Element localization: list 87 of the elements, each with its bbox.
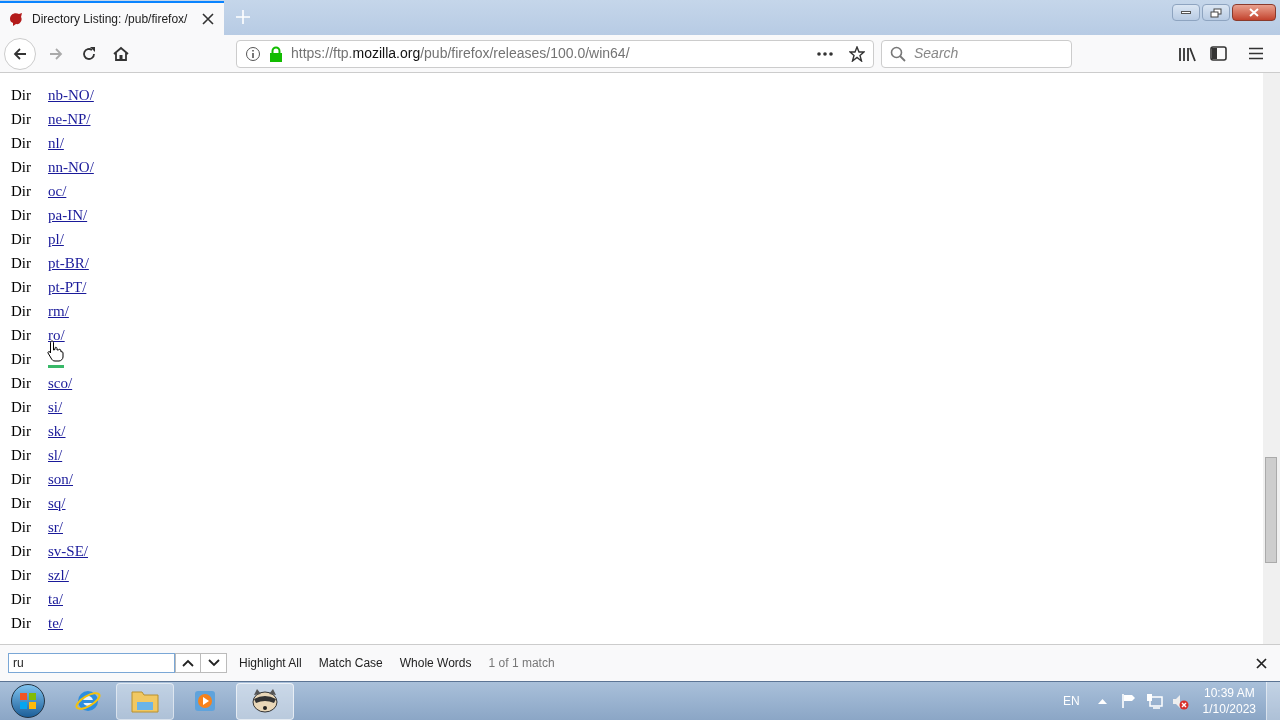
find-option[interactable]: Highlight All <box>239 654 302 672</box>
entry-type: Dir <box>11 229 32 249</box>
sidebar-icon[interactable] <box>1210 46 1227 61</box>
entry-type: Dir <box>11 421 32 441</box>
close-icon[interactable] <box>1256 657 1267 669</box>
directory-link[interactable]: sco/ <box>48 371 73 395</box>
directory-link[interactable]: pt-BR/ <box>48 251 89 275</box>
browser-tab[interactable]: Directory Listing: /pub/firefox/ <box>0 1 224 35</box>
directory-link[interactable]: son/ <box>48 467 73 491</box>
raccoon-icon <box>250 687 280 715</box>
raccoon-app-button[interactable] <box>236 682 294 720</box>
caret-up-icon <box>182 659 194 667</box>
directory-link[interactable]: te/ <box>48 611 63 635</box>
menu-icon[interactable] <box>1249 47 1263 60</box>
url-text: https://ftp.mozilla.org/pub/firefox/releases/100.0/win64/ <box>291 44 631 63</box>
library-icon[interactable] <box>1178 45 1196 62</box>
find-field[interactable]: ru <box>8 653 175 673</box>
entry-type: Dir <box>11 373 32 393</box>
pointer-cursor-icon <box>47 340 64 362</box>
entry-type: Dir <box>11 349 32 369</box>
search-input[interactable]: Search <box>914 43 1063 64</box>
address-bar[interactable]: https://ftp.mozilla.org/pub/firefox/releases/100.0/win64/ <box>236 39 874 68</box>
directory-link[interactable]: nl/ <box>48 131 64 155</box>
folder-icon <box>130 688 160 714</box>
directory-link[interactable]: szl/ <box>48 563 69 587</box>
directory-link[interactable]: sr/ <box>48 515 63 539</box>
entry-type: Dir <box>11 301 32 321</box>
directory-link[interactable]: pa-IN/ <box>48 203 88 227</box>
match-count: 1 of 1 match <box>488 655 555 672</box>
entry-type: Dir <box>11 205 32 225</box>
start-button[interactable] <box>11 684 45 718</box>
entry-type: Dir <box>11 469 32 489</box>
star-icon[interactable] <box>849 45 865 62</box>
entry-type: Dir <box>11 133 32 153</box>
info-icon[interactable] <box>245 45 261 62</box>
tab-title: Directory Listing: /pub/firefox/ <box>32 11 189 28</box>
directory-link[interactable]: pt-PT/ <box>48 275 87 299</box>
entry-type: Dir <box>11 85 32 105</box>
directory-link[interactable]: rm/ <box>48 299 69 323</box>
previous-match-button[interactable] <box>175 653 201 673</box>
close-button[interactable] <box>1232 4 1276 21</box>
directory-link[interactable]: sq/ <box>48 491 66 515</box>
media-player-icon[interactable] <box>192 688 218 714</box>
entry-type: Dir <box>11 541 32 561</box>
directory-link[interactable]: nn-NO/ <box>48 155 94 179</box>
entry-type: Dir <box>11 517 32 537</box>
restore-icon <box>1210 7 1222 18</box>
entry-type: Dir <box>11 445 32 465</box>
directory-link[interactable]: oc/ <box>48 179 67 203</box>
directory-link[interactable]: ne-NP/ <box>48 107 91 131</box>
show-desktop-button[interactable] <box>1266 681 1280 720</box>
more-icon[interactable] <box>817 51 833 56</box>
directory-link[interactable]: sl/ <box>48 443 63 467</box>
restore-button[interactable] <box>1202 4 1230 21</box>
home-icon[interactable] <box>113 45 129 62</box>
back-button[interactable] <box>4 37 36 70</box>
entry-type: Dir <box>11 397 32 417</box>
directory-link[interactable]: pl/ <box>48 227 64 251</box>
reload-icon[interactable] <box>81 45 97 62</box>
next-match-button[interactable] <box>201 653 227 673</box>
directory-link[interactable]: ta/ <box>48 587 63 611</box>
directory-link[interactable]: sk/ <box>48 419 66 443</box>
scrollbar[interactable] <box>1263 73 1280 644</box>
entry-type: Dir <box>11 157 32 177</box>
minimize-button[interactable] <box>1172 4 1200 21</box>
entry-type: Dir <box>11 613 32 633</box>
entry-type: Dir <box>11 565 32 585</box>
directory-link[interactable]: sv-SE/ <box>48 539 88 563</box>
entry-type: Dir <box>11 493 32 513</box>
close-icon <box>1249 8 1259 17</box>
entry-type: Dir <box>11 325 32 345</box>
search-icon <box>890 45 906 62</box>
lock-icon <box>269 45 283 62</box>
close-icon[interactable] <box>202 13 214 25</box>
entry-type: Dir <box>11 277 32 297</box>
entry-type: Dir <box>11 181 32 201</box>
search-field[interactable]: Search <box>881 39 1072 68</box>
caret-down-icon <box>207 659 220 667</box>
windows-logo-icon <box>19 692 37 710</box>
entry-type: Dir <box>11 589 32 609</box>
directory-link[interactable]: si/ <box>48 395 63 419</box>
find-option[interactable]: Whole Words <box>399 654 472 672</box>
directory-link[interactable]: nb-NO/ <box>48 83 94 107</box>
back-arrow-icon <box>12 45 28 62</box>
entry-type: Dir <box>11 109 32 129</box>
entry-type: Dir <box>11 253 32 273</box>
find-option[interactable]: Match Case <box>318 654 383 672</box>
